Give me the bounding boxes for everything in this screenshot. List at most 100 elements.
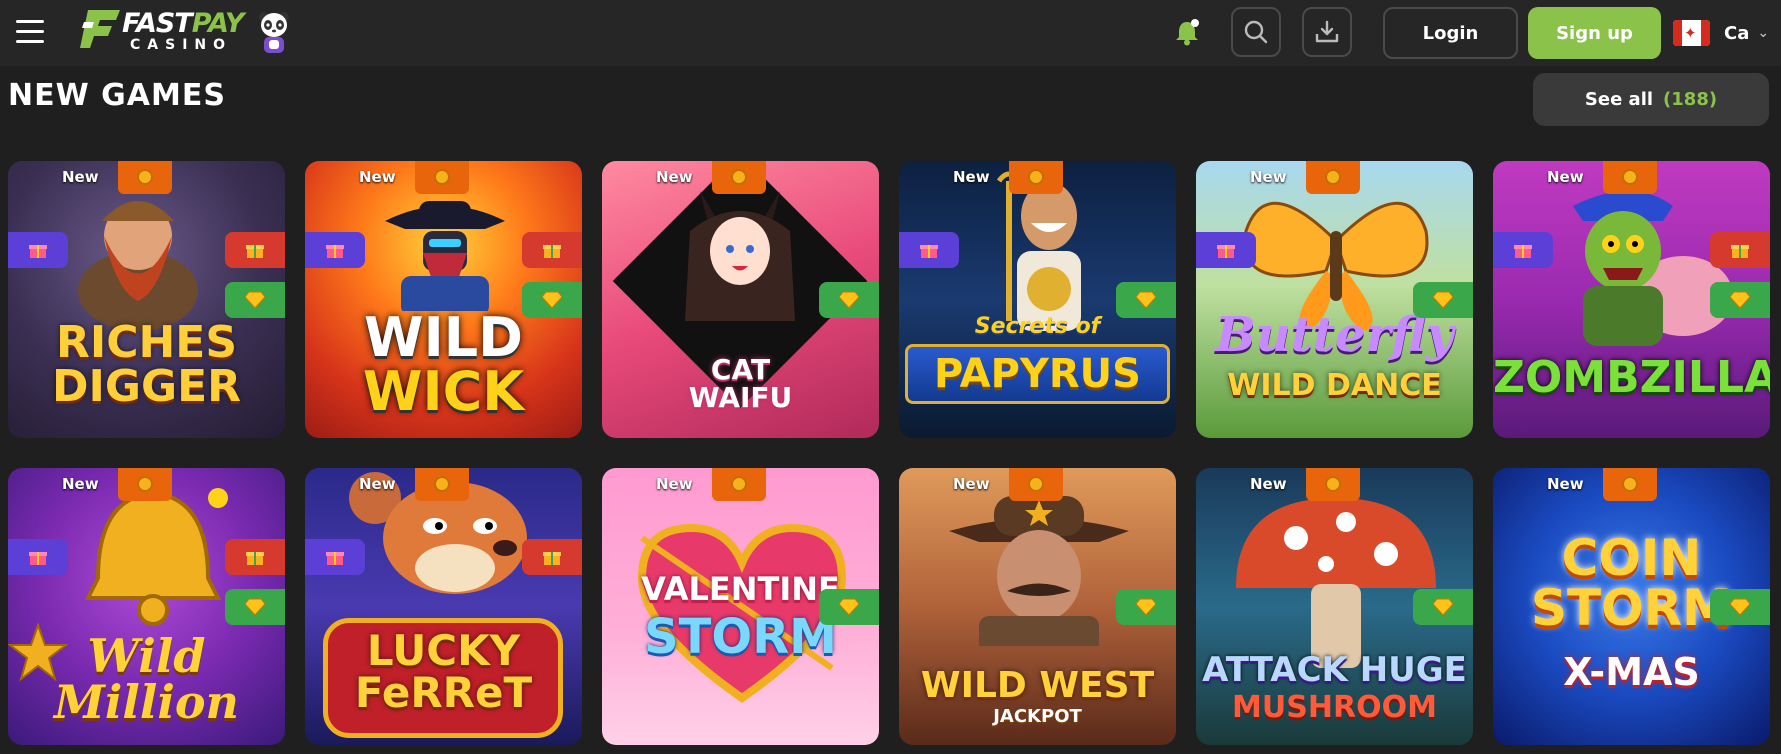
- game-card-secrets-of-papyrus[interactable]: Secrets of PAPYRUS New: [899, 161, 1176, 438]
- search-button[interactable]: [1231, 7, 1281, 57]
- bonus-gift-badge-icon: [522, 232, 582, 268]
- section-title: NEW GAMES: [8, 78, 226, 113]
- gift-badge-icon: [1493, 232, 1553, 268]
- language-code: Ca: [1724, 22, 1750, 44]
- game-card-coin-storm-xmas[interactable]: COIN STORM X-MAS New: [1493, 468, 1770, 745]
- gem-badge-icon: [225, 282, 285, 318]
- game-title-line1: ATTACK HUGE: [1202, 650, 1467, 690]
- game-card-wild-million[interactable]: Wild Million New: [8, 468, 285, 745]
- game-title: LUCKY FeRReT: [354, 626, 533, 717]
- menu-icon[interactable]: [16, 20, 44, 44]
- zombie-icon: [1573, 191, 1733, 346]
- gift-badge-icon: [305, 539, 365, 575]
- anime-girl-icon: [685, 191, 795, 321]
- game-title-line1: Butterfly: [1215, 307, 1454, 363]
- gift-badge-icon: [305, 232, 365, 268]
- see-all-label: See all: [1584, 89, 1654, 110]
- game-card-cat-waifu[interactable]: CAT WAIFU New: [602, 161, 879, 438]
- game-card-riches-digger[interactable]: RICHES DIGGER New: [8, 161, 285, 438]
- game-card-valentine-storm[interactable]: VALENTINE STORM New: [602, 468, 879, 745]
- search-icon: [1244, 20, 1268, 44]
- game-card-wild-west[interactable]: WILD WEST JACKPOT New: [899, 468, 1176, 745]
- language-selector[interactable]: ✦ Ca ⌄: [1673, 18, 1781, 48]
- coin-badge-icon: [1306, 161, 1360, 194]
- coin-badge-icon: [1603, 161, 1657, 194]
- new-badge: New: [656, 168, 693, 186]
- panda-mascot-icon: [259, 12, 289, 53]
- bonus-gift-badge-icon: [1710, 232, 1770, 268]
- gift-badge-icon: [1196, 232, 1256, 268]
- gem-badge-icon: [1116, 282, 1176, 318]
- coin-badge-icon: [1603, 468, 1657, 501]
- game-title-line1: Secrets of: [974, 314, 1101, 339]
- coin-badge-icon: [1306, 468, 1360, 501]
- see-all-button[interactable]: See all (188): [1533, 73, 1769, 126]
- gem-badge-icon: [522, 282, 582, 318]
- new-badge: New: [1250, 475, 1287, 493]
- logo-subtext: CASINO: [130, 37, 233, 53]
- bonus-gift-badge-icon: [522, 539, 582, 575]
- coin-badge-icon: [712, 468, 766, 501]
- new-badge: New: [953, 475, 990, 493]
- logo[interactable]: FASTPAY CASINO: [80, 8, 290, 58]
- game-title-line2: JACKPOT: [993, 706, 1082, 727]
- gift-badge-icon: [8, 539, 68, 575]
- gem-badge-icon: [819, 282, 879, 318]
- game-card-zombzilla[interactable]: ZOMBZILLA New: [1493, 161, 1770, 438]
- game-title-line2: PAPYRUS: [905, 344, 1170, 404]
- new-badge: New: [1250, 168, 1287, 186]
- mushroom-icon: [1236, 498, 1436, 668]
- game-card-wild-wick[interactable]: WILD WICK New: [305, 161, 582, 438]
- coin-badge-icon: [1009, 161, 1063, 194]
- new-badge: New: [1547, 168, 1584, 186]
- canada-flag-icon: ✦: [1673, 20, 1710, 46]
- gem-badge-icon: [1116, 589, 1176, 625]
- golden-bell-icon: [84, 488, 228, 626]
- new-badge: New: [62, 475, 99, 493]
- download-button[interactable]: [1302, 7, 1352, 57]
- login-button[interactable]: Login: [1383, 7, 1518, 59]
- sheriff-icon: [949, 496, 1129, 646]
- see-all-count: (188): [1663, 89, 1718, 110]
- game-title-line2: WILD DANCE: [1227, 368, 1442, 403]
- coin-badge-icon: [712, 161, 766, 194]
- dwarf-miner-icon: [78, 201, 198, 331]
- gift-badge-icon: [899, 232, 959, 268]
- gem-badge-icon: [1413, 589, 1473, 625]
- coin-badge-icon: [415, 468, 469, 501]
- game-title-line2: X-MAS: [1563, 650, 1700, 694]
- bonus-gift-badge-icon: [225, 539, 285, 575]
- gem-badge-icon: [1710, 589, 1770, 625]
- game-title: CAT WAIFU: [688, 353, 793, 414]
- new-badge: New: [1547, 475, 1584, 493]
- game-title: Wild Million: [54, 629, 239, 729]
- bonus-gift-badge-icon: [225, 232, 285, 268]
- new-badge: New: [953, 168, 990, 186]
- download-icon: [1315, 20, 1339, 43]
- game-card-butterfly-wild-dance[interactable]: Butterfly WILD DANCE New: [1196, 161, 1473, 438]
- game-title: RICHES DIGGER: [51, 317, 242, 412]
- game-title: WILD WICK: [362, 306, 525, 423]
- logo-mark-icon: [80, 10, 120, 48]
- pharaoh-icon: [996, 171, 1081, 331]
- logo-text: FASTPAY: [122, 8, 244, 39]
- game-card-attack-huge-mushroom[interactable]: ATTACK HUGE MUSHROOM New: [1196, 468, 1473, 745]
- new-badge: New: [62, 168, 99, 186]
- cowboy-icon: [385, 201, 505, 311]
- new-badge: New: [656, 475, 693, 493]
- game-title: ZOMBZILLA: [1493, 352, 1770, 403]
- bell-icon[interactable]: [1174, 18, 1200, 46]
- gem-badge-icon: [225, 589, 285, 625]
- game-card-lucky-ferret[interactable]: LUCKY FeRReT New: [305, 468, 582, 745]
- coin-badge-icon: [415, 161, 469, 194]
- coin-badge-icon: [118, 468, 172, 501]
- gem-badge-icon: [819, 589, 879, 625]
- new-badge: New: [359, 168, 396, 186]
- coin-badge-icon: [1009, 468, 1063, 501]
- chevron-down-icon: ⌄: [1757, 25, 1770, 41]
- signup-button[interactable]: Sign up: [1528, 7, 1661, 59]
- game-title-line1: WILD WEST: [920, 665, 1155, 706]
- game-title-line2: MUSHROOM: [1232, 690, 1437, 725]
- coin-badge-icon: [118, 161, 172, 194]
- gift-badge-icon: [8, 232, 68, 268]
